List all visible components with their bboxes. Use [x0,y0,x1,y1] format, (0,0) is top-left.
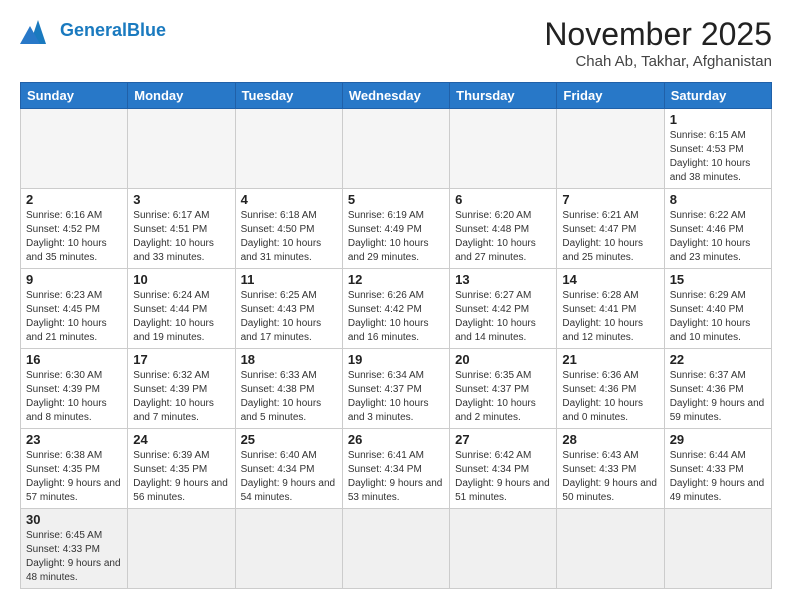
cell-empty-1 [21,109,128,189]
cell-day-10: 10 Sunrise: 6:24 AMSunset: 4:44 PMDaylig… [128,269,235,349]
weekday-header-row: Sunday Monday Tuesday Wednesday Thursday… [21,83,772,109]
logo-text: GeneralBlue [60,21,166,41]
cell-day-16: 16 Sunrise: 6:30 AMSunset: 4:39 PMDaylig… [21,349,128,429]
cell-day-30: 30 Sunrise: 6:45 AMSunset: 4:33 PMDaylig… [21,509,128,589]
cell-day-12: 12 Sunrise: 6:26 AMSunset: 4:42 PMDaylig… [342,269,449,349]
cell-day-3: 3 Sunrise: 6:17 AMSunset: 4:51 PMDayligh… [128,189,235,269]
cell-day-27: 27 Sunrise: 6:42 AMSunset: 4:34 PMDaylig… [450,429,557,509]
week-row-2: 2 Sunrise: 6:16 AMSunset: 4:52 PMDayligh… [21,189,772,269]
header-friday: Friday [557,83,664,109]
cell-day-24: 24 Sunrise: 6:39 AMSunset: 4:35 PMDaylig… [128,429,235,509]
day-number-1: 1 [670,112,766,127]
header-monday: Monday [128,83,235,109]
cell-day-2: 2 Sunrise: 6:16 AMSunset: 4:52 PMDayligh… [21,189,128,269]
cell-empty-12 [664,509,771,589]
header-thursday: Thursday [450,83,557,109]
page: GeneralBlue November 2025 Chah Ab, Takha… [0,0,792,599]
week-row-5: 23 Sunrise: 6:38 AMSunset: 4:35 PMDaylig… [21,429,772,509]
cell-day-20: 20 Sunrise: 6:35 AMSunset: 4:37 PMDaylig… [450,349,557,429]
cell-day-13: 13 Sunrise: 6:27 AMSunset: 4:42 PMDaylig… [450,269,557,349]
cell-empty-8 [235,509,342,589]
cell-day-4: 4 Sunrise: 6:18 AMSunset: 4:50 PMDayligh… [235,189,342,269]
cell-day-29: 29 Sunrise: 6:44 AMSunset: 4:33 PMDaylig… [664,429,771,509]
header-saturday: Saturday [664,83,771,109]
cell-day-1: 1 Sunrise: 6:15 AMSunset: 4:53 PMDayligh… [664,109,771,189]
header: GeneralBlue November 2025 Chah Ab, Takha… [20,16,772,70]
title-block: November 2025 Chah Ab, Takhar, Afghanist… [544,16,772,70]
cell-empty-11 [557,509,664,589]
logo: GeneralBlue [20,16,166,46]
header-wednesday: Wednesday [342,83,449,109]
logo-blue: Blue [127,20,166,40]
cell-day-7: 7 Sunrise: 6:21 AMSunset: 4:47 PMDayligh… [557,189,664,269]
location-title: Chah Ab, Takhar, Afghanistan [544,53,772,70]
cell-day-21: 21 Sunrise: 6:36 AMSunset: 4:36 PMDaylig… [557,349,664,429]
header-sunday: Sunday [21,83,128,109]
cell-empty-5 [450,109,557,189]
cell-empty-2 [128,109,235,189]
cell-day-11: 11 Sunrise: 6:25 AMSunset: 4:43 PMDaylig… [235,269,342,349]
week-row-3: 9 Sunrise: 6:23 AMSunset: 4:45 PMDayligh… [21,269,772,349]
logo-general: General [60,20,127,40]
cell-empty-9 [342,509,449,589]
month-title: November 2025 [544,16,772,53]
cell-day-6: 6 Sunrise: 6:20 AMSunset: 4:48 PMDayligh… [450,189,557,269]
cell-day-9: 9 Sunrise: 6:23 AMSunset: 4:45 PMDayligh… [21,269,128,349]
cell-day-17: 17 Sunrise: 6:32 AMSunset: 4:39 PMDaylig… [128,349,235,429]
cell-day-28: 28 Sunrise: 6:43 AMSunset: 4:33 PMDaylig… [557,429,664,509]
cell-day-19: 19 Sunrise: 6:34 AMSunset: 4:37 PMDaylig… [342,349,449,429]
cell-day-26: 26 Sunrise: 6:41 AMSunset: 4:34 PMDaylig… [342,429,449,509]
week-row-4: 16 Sunrise: 6:30 AMSunset: 4:39 PMDaylig… [21,349,772,429]
cell-day-23: 23 Sunrise: 6:38 AMSunset: 4:35 PMDaylig… [21,429,128,509]
day-info-1: Sunrise: 6:15 AMSunset: 4:53 PMDaylight:… [670,130,751,183]
cell-empty-4 [342,109,449,189]
cell-day-18: 18 Sunrise: 6:33 AMSunset: 4:38 PMDaylig… [235,349,342,429]
week-row-1: 1 Sunrise: 6:15 AMSunset: 4:53 PMDayligh… [21,109,772,189]
cell-day-15: 15 Sunrise: 6:29 AMSunset: 4:40 PMDaylig… [664,269,771,349]
cell-empty-10 [450,509,557,589]
week-row-6: 30 Sunrise: 6:45 AMSunset: 4:33 PMDaylig… [21,509,772,589]
cell-empty-6 [557,109,664,189]
cell-empty-7 [128,509,235,589]
calendar: Sunday Monday Tuesday Wednesday Thursday… [20,82,772,589]
cell-day-22: 22 Sunrise: 6:37 AMSunset: 4:36 PMDaylig… [664,349,771,429]
cell-day-8: 8 Sunrise: 6:22 AMSunset: 4:46 PMDayligh… [664,189,771,269]
cell-day-5: 5 Sunrise: 6:19 AMSunset: 4:49 PMDayligh… [342,189,449,269]
logo-icon [20,16,56,46]
cell-day-25: 25 Sunrise: 6:40 AMSunset: 4:34 PMDaylig… [235,429,342,509]
header-tuesday: Tuesday [235,83,342,109]
cell-empty-3 [235,109,342,189]
cell-day-14: 14 Sunrise: 6:28 AMSunset: 4:41 PMDaylig… [557,269,664,349]
